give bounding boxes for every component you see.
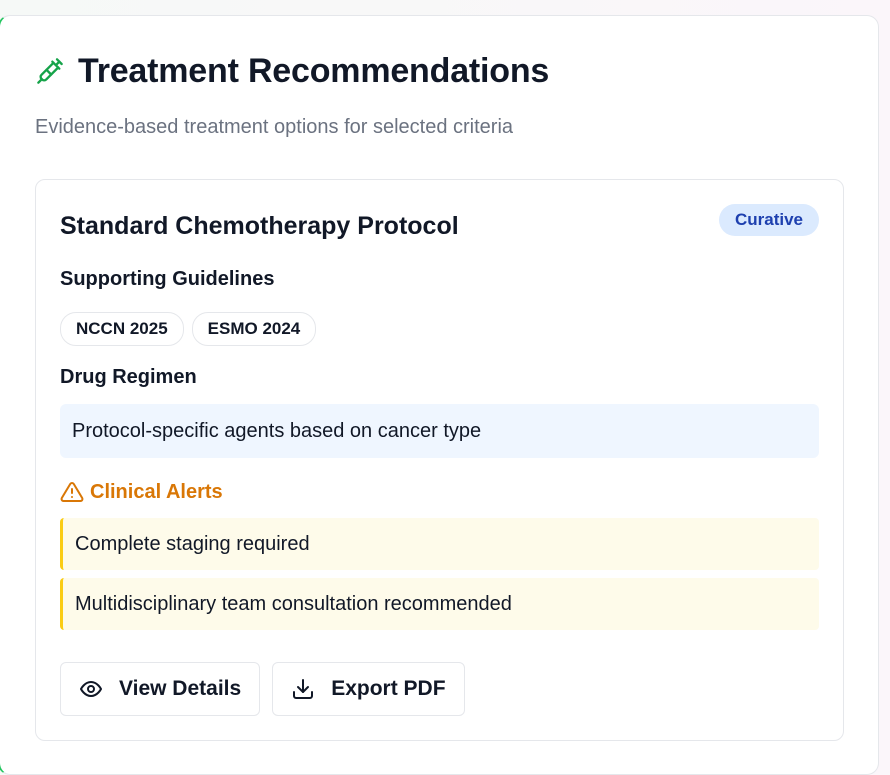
- eye-icon: [79, 677, 103, 701]
- recommendation-card: Standard Chemotherapy Protocol Curative …: [35, 179, 844, 741]
- page-title: Treatment Recommendations: [78, 52, 550, 90]
- card-actions: View Details Export PDF: [60, 662, 465, 716]
- clinical-alerts-header: Clinical Alerts: [60, 480, 223, 504]
- guideline-chip[interactable]: ESMO 2024: [191, 312, 317, 346]
- view-details-label: View Details: [119, 677, 242, 700]
- guidelines-list: NCCN 2025 ESMO 2024: [60, 312, 317, 346]
- intent-badge: Curative: [718, 204, 819, 236]
- view-details-button[interactable]: View Details: [60, 662, 261, 716]
- syringe-icon: [36, 57, 64, 85]
- page-subtitle: Evidence-based treatment options for sel…: [35, 116, 514, 138]
- guideline-chip[interactable]: NCCN 2025: [60, 312, 184, 346]
- regimen-box: Protocol-specific agents based on cancer…: [60, 404, 819, 458]
- export-pdf-button[interactable]: Export PDF: [272, 662, 465, 716]
- export-pdf-label: Export PDF: [331, 677, 446, 700]
- regimen-label: Drug Regimen: [60, 366, 197, 388]
- guidelines-label: Supporting Guidelines: [60, 268, 275, 290]
- alert-item: Complete staging required: [60, 518, 819, 570]
- alert-item: Multidisciplinary team consultation reco…: [60, 578, 819, 630]
- warning-triangle-icon: [60, 480, 84, 504]
- protocol-title: Standard Chemotherapy Protocol: [60, 212, 459, 240]
- clinical-alerts-label: Clinical Alerts: [90, 480, 223, 503]
- treatment-recommendations-panel: Treatment Recommendations Evidence-based…: [0, 15, 879, 775]
- download-icon: [291, 677, 315, 701]
- panel-header: Treatment Recommendations: [36, 54, 549, 88]
